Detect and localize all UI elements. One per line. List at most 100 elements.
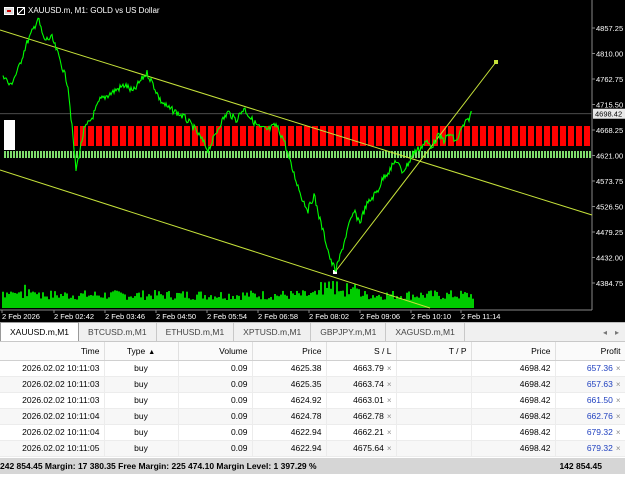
buy-marker: [316, 151, 318, 158]
buy-marker: [25, 151, 27, 158]
buy-marker: [535, 151, 537, 158]
buy-marker: [262, 151, 264, 158]
buy-marker: [52, 151, 54, 158]
sell-marker-gap: [166, 126, 168, 146]
remove-sl-icon[interactable]: ×: [384, 396, 392, 405]
tab-xptusd-m-m1[interactable]: XPTUSD.m,M1: [234, 323, 312, 341]
buy-marker: [13, 151, 15, 158]
buy-marker: [133, 151, 135, 158]
buy-marker: [85, 151, 87, 158]
buy-marker: [103, 151, 105, 158]
buy-marker: [514, 151, 516, 158]
sell-marker-gap: [182, 126, 184, 146]
buy-marker: [523, 151, 525, 158]
col-tp[interactable]: T / P: [396, 342, 472, 361]
buy-marker: [10, 151, 12, 158]
time-label: 2 Feb 09:06: [360, 312, 400, 321]
close-position-icon[interactable]: ×: [613, 380, 621, 389]
buy-marker: [520, 151, 522, 158]
buy-marker: [142, 151, 144, 158]
sell-marker-gap: [430, 126, 432, 146]
buy-marker: [565, 151, 567, 158]
sell-marker-gap: [542, 126, 544, 146]
buy-marker: [481, 151, 483, 158]
remove-sl-icon[interactable]: ×: [384, 444, 392, 453]
buy-marker: [550, 151, 552, 158]
close-position-icon[interactable]: ×: [613, 412, 621, 421]
sell-marker-gap: [558, 126, 560, 146]
col-type[interactable]: Type ▲: [104, 342, 179, 361]
col-volume[interactable]: Volume: [178, 342, 253, 361]
time-label: 2 Feb 06:58: [258, 312, 298, 321]
tab-btcusd-m-m1[interactable]: BTCUSD.m,M1: [79, 323, 157, 341]
buy-marker: [418, 151, 420, 158]
close-position-icon[interactable]: ×: [613, 444, 621, 453]
buy-marker: [472, 151, 474, 158]
tab-xagusd-m-m1[interactable]: XAGUSD.m,M1: [386, 323, 465, 341]
buy-marker: [367, 151, 369, 158]
col-current-price[interactable]: Price: [471, 342, 556, 361]
col-profit[interactable]: Profit: [555, 342, 625, 361]
cell-volume: 0.09: [178, 440, 253, 457]
price-chart[interactable]: 4857.25 4810.00 4762.75 4715.50 4668.25 4621.…: [0, 0, 625, 322]
buy-marker: [538, 151, 540, 158]
sell-marker-gap: [494, 126, 496, 146]
table-row[interactable]: 2026.02.02 10:11:05 buy 0.09 4622.94 4675.64…: [0, 440, 625, 457]
cell-stop-loss: 4662.21 ×: [326, 424, 397, 441]
buy-marker: [583, 151, 585, 158]
buy-marker: [58, 151, 60, 158]
cell-stop-loss: 4663.01 ×: [326, 392, 397, 409]
buy-marker: [232, 151, 234, 158]
buy-marker: [16, 151, 18, 158]
buy-marker: [196, 151, 198, 158]
close-position-icon[interactable]: ×: [613, 428, 621, 437]
scroll-left-icon[interactable]: ◂: [603, 328, 607, 337]
buy-marker: [151, 151, 153, 158]
remove-sl-icon[interactable]: ×: [384, 380, 392, 389]
tab-ethusd-m-m1[interactable]: ETHUSD.m,M1: [157, 323, 235, 341]
buy-marker: [184, 151, 186, 158]
buy-marker: [280, 151, 282, 158]
buy-marker: [490, 151, 492, 158]
cell-volume: 0.09: [178, 424, 253, 441]
tab-gbpjpy-m-m1[interactable]: GBPJPY.m,M1: [311, 323, 387, 341]
buy-marker: [436, 151, 438, 158]
buy-marker: [94, 151, 96, 158]
cell-volume: 0.09: [178, 408, 253, 425]
sell-marker-gap: [214, 126, 216, 146]
buy-marker: [508, 151, 510, 158]
buy-marker: [19, 151, 21, 158]
buy-marker: [199, 151, 201, 158]
table-row[interactable]: 2026.02.02 10:11:04 buy 0.09 4624.78 4662.78…: [0, 408, 625, 425]
buy-marker: [451, 151, 453, 158]
close-position-icon[interactable]: ×: [613, 364, 621, 373]
col-price[interactable]: Price: [252, 342, 327, 361]
scroll-right-icon[interactable]: ▸: [615, 328, 619, 337]
sell-marker-gap: [118, 126, 120, 146]
buy-marker: [529, 151, 531, 158]
buy-marker: [217, 151, 219, 158]
remove-sl-icon[interactable]: ×: [384, 412, 392, 421]
price-label: 4432.00: [596, 254, 623, 263]
table-row[interactable]: 2026.02.02 10:11:03 buy 0.09 4625.38 4663.79…: [0, 360, 625, 377]
buy-marker: [577, 151, 579, 158]
buy-marker: [580, 151, 582, 158]
buy-marker: [532, 151, 534, 158]
col-time[interactable]: Time: [0, 342, 105, 361]
table-row[interactable]: 2026.02.02 10:11:03 buy 0.09 4624.92 4663.01…: [0, 392, 625, 409]
buy-marker: [268, 151, 270, 158]
price-label: 4573.75: [596, 177, 623, 186]
col-sl[interactable]: S / L: [326, 342, 397, 361]
table-row[interactable]: 2026.02.02 10:11:03 buy 0.09 4625.35 4663.74…: [0, 376, 625, 393]
remove-sl-icon[interactable]: ×: [384, 364, 392, 373]
buy-marker: [433, 151, 435, 158]
table-row[interactable]: 2026.02.02 10:11:04 buy 0.09 4622.94 4662.21…: [0, 424, 625, 441]
cell-time: 2026.02.02 10:11:03: [0, 392, 105, 409]
buy-marker: [385, 151, 387, 158]
price-label: 4526.50: [596, 203, 623, 212]
close-position-icon[interactable]: ×: [613, 396, 621, 405]
buy-marker: [370, 151, 372, 158]
buy-marker: [499, 151, 501, 158]
tab-xauusd-m-m1[interactable]: XAUUSD.m,M1: [0, 322, 80, 341]
remove-sl-icon[interactable]: ×: [384, 428, 392, 437]
